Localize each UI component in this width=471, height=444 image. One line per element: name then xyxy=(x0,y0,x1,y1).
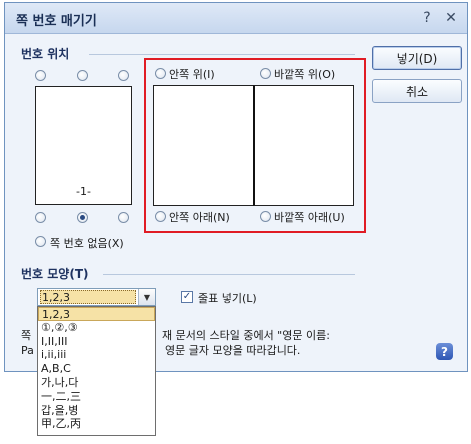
position-separator xyxy=(89,54,355,55)
format-option[interactable]: i,ii,iii xyxy=(38,348,155,362)
format-option[interactable]: 1,2,3 xyxy=(38,307,155,321)
radio-inner-top[interactable] xyxy=(155,68,166,79)
help-icon[interactable]: ? xyxy=(417,9,437,27)
format-option[interactable]: A,B,C xyxy=(38,362,155,376)
format-option[interactable]: 一,二,三 xyxy=(38,390,155,404)
radio-bottom-right[interactable] xyxy=(118,212,129,223)
radio-outer-top[interactable] xyxy=(260,68,271,79)
insert-button[interactable]: 넣기(D) xyxy=(372,46,462,70)
radio-outer-bottom[interactable] xyxy=(260,211,271,222)
no-number-label: 쪽 번호 없음(X) xyxy=(50,237,124,250)
number-format-value: 1,2,3 xyxy=(40,290,136,304)
right-facing-page-preview xyxy=(253,85,354,206)
description-line2-start: Pa xyxy=(21,344,34,357)
inner-bottom-label: 안쪽 아래(N) xyxy=(169,211,230,224)
radio-inner-bottom[interactable] xyxy=(155,211,166,222)
cancel-button[interactable]: 취소 xyxy=(372,79,462,103)
radio-top-right[interactable] xyxy=(118,70,129,81)
format-option[interactable]: I,II,III xyxy=(38,335,155,349)
radio-top-left[interactable] xyxy=(35,70,46,81)
description-line2-end: 영문 글자 모양을 따라갑니다. xyxy=(165,344,301,357)
title-bar: 쪽 번호 매기기 ? ✕ xyxy=(5,3,467,34)
number-format-combo[interactable]: 1,2,3 ▼ xyxy=(37,288,156,306)
radio-no-number[interactable] xyxy=(35,236,46,247)
line-break-checkbox[interactable]: ✓ xyxy=(181,291,193,303)
number-format-dropdown: 1,2,3 ①,②,③ I,II,III i,ii,iii A,B,C 가,나,… xyxy=(37,306,156,436)
outer-top-label: 바깥쪽 위(O) xyxy=(274,68,336,81)
close-icon[interactable]: ✕ xyxy=(441,9,461,27)
inner-top-label: 안쪽 위(I) xyxy=(169,68,215,81)
description-line1-end: 재 문서의 스타일 중에서 "영문 이름: xyxy=(162,329,330,342)
format-option[interactable]: 갑,을,병 xyxy=(38,404,155,418)
description-line1-start: 쪽 xyxy=(21,329,32,342)
radio-bottom-center[interactable] xyxy=(77,212,88,223)
format-separator xyxy=(103,274,355,275)
preview-page-number: -1- xyxy=(76,185,91,198)
single-page-preview: -1- xyxy=(35,86,132,205)
radio-top-center[interactable] xyxy=(77,70,88,81)
outer-bottom-label: 바깥쪽 아래(U) xyxy=(274,211,345,224)
format-option[interactable]: ①,②,③ xyxy=(38,321,155,335)
dialog-title: 쪽 번호 매기기 xyxy=(16,14,97,29)
radio-bottom-left[interactable] xyxy=(35,212,46,223)
format-section-label: 번호 모양(T) xyxy=(21,267,89,281)
line-break-label: 줄표 넣기(L) xyxy=(198,292,257,305)
format-option[interactable]: 가,나,다 xyxy=(38,376,155,390)
position-section-label: 번호 위치 xyxy=(21,47,70,61)
chevron-down-icon[interactable]: ▼ xyxy=(138,289,155,305)
help-button-icon[interactable]: ? xyxy=(436,343,453,360)
format-option[interactable]: 甲,乙,丙 xyxy=(38,417,155,431)
left-facing-page-preview xyxy=(153,85,254,206)
